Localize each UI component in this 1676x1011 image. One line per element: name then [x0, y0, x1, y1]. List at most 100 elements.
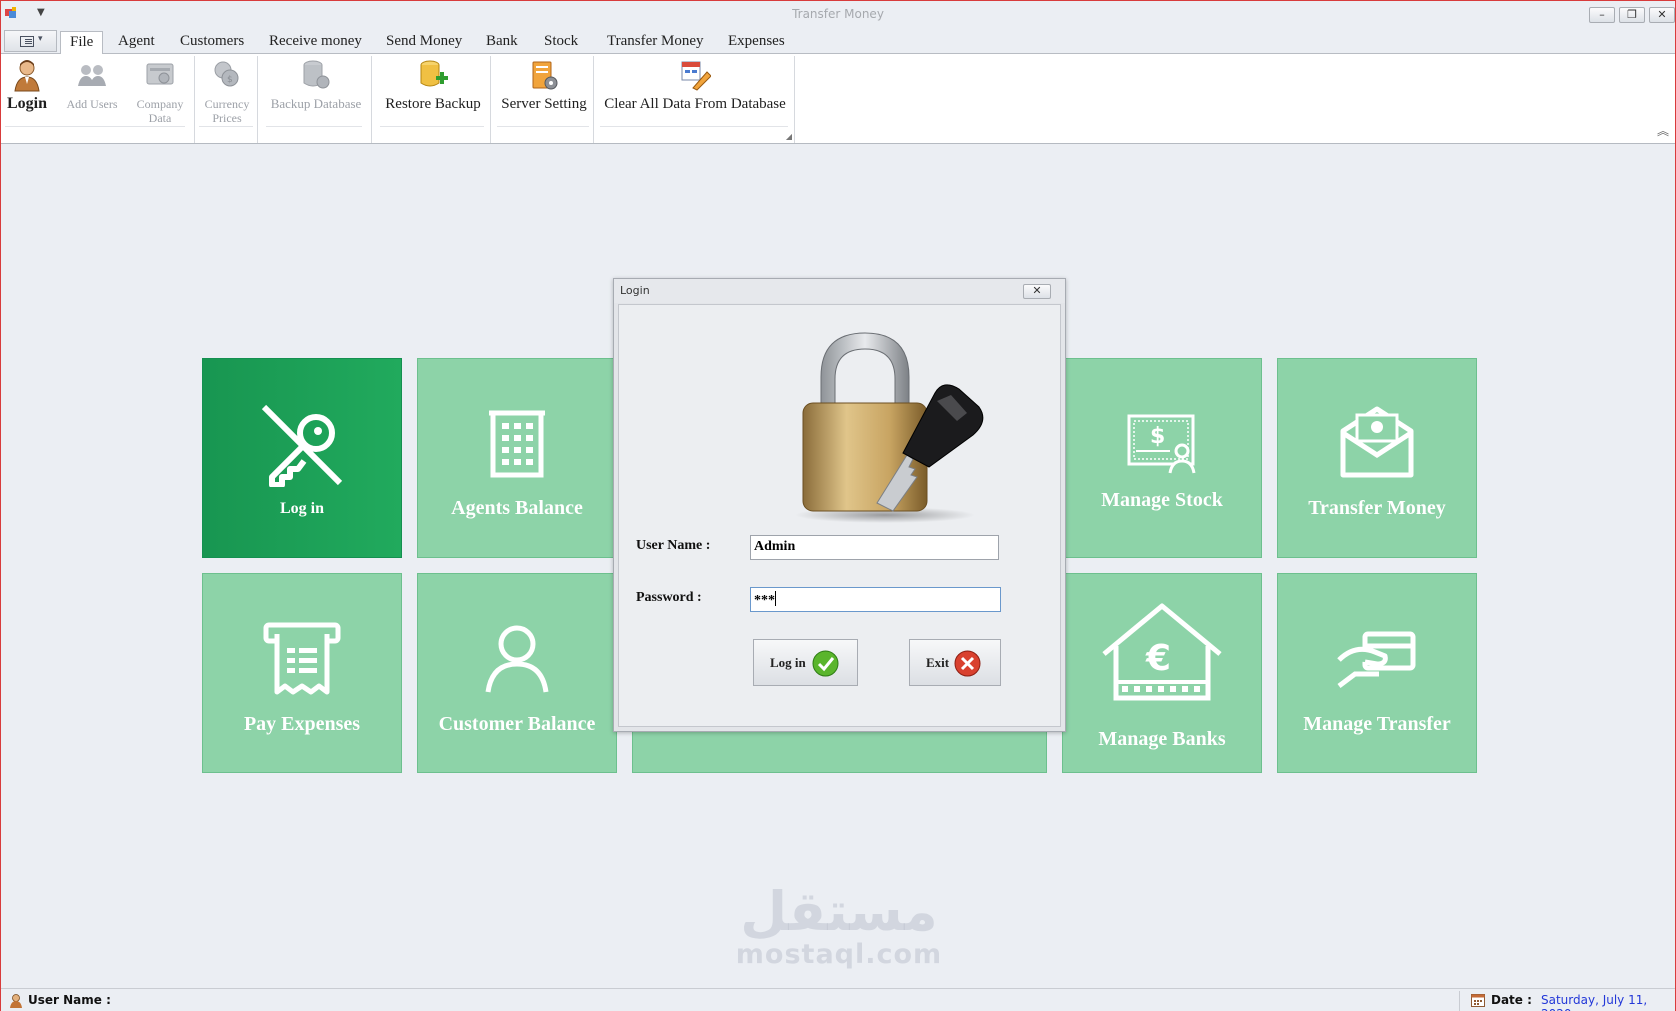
coins-icon: $ [214, 61, 239, 87]
status-bar: User Name : Date : Saturday, July 11, 20… [1, 988, 1675, 1011]
tile-manage-stock[interactable]: $ Manage Stock [1062, 358, 1262, 558]
ribbon-group-server: Server Setting [491, 56, 594, 143]
key-off-icon [261, 404, 343, 487]
ribbon-tabs: ▾ File Agent Customers Receive money Sen… [1, 28, 1675, 56]
server-setting-button[interactable]: Server Setting [497, 58, 591, 112]
receipt-icon [263, 622, 341, 695]
password-input[interactable]: *** [750, 587, 1001, 612]
server-settings-icon [532, 61, 558, 90]
ribbon-group-restore: Restore Backup [372, 56, 491, 143]
ribbon-group-backup: Backup Database [258, 56, 372, 143]
bank-euro-icon: € [1102, 603, 1222, 701]
tab-send-money[interactable]: Send Money [384, 31, 464, 54]
company-data-icon [146, 63, 174, 85]
main-window: ▼ Transfer Money – ❐ ✕ ▾ File Agent Cust… [0, 0, 1676, 1011]
stock-certificate-icon: $ [1127, 414, 1196, 474]
tile-transfer-money[interactable]: Transfer Money [1277, 358, 1477, 558]
restore-backup-button[interactable]: Restore Backup [380, 58, 486, 112]
ribbon-panel: Login Add Users Company Data $ Currency … [1, 54, 1675, 144]
tile-manage-banks[interactable]: € Manage Banks [1062, 573, 1262, 773]
company-data-button[interactable]: Company Data [129, 58, 191, 125]
database-restore-icon [420, 60, 448, 87]
username-input[interactable]: Admin [750, 535, 999, 560]
currency-prices-label-2: Prices [212, 111, 242, 125]
building-icon [489, 410, 545, 478]
watermark: مستقل mostaql.com [734, 883, 944, 969]
tile-customer-balance-label: Customer Balance [438, 713, 596, 735]
tile-manage-transfer[interactable]: Manage Transfer [1277, 573, 1477, 773]
company-data-label-2: Data [148, 111, 172, 125]
tile-pay-expenses-label: Pay Expenses [243, 713, 361, 735]
username-label: User Name : [636, 538, 711, 553]
calendar-icon [1471, 994, 1485, 1007]
tile-pay-expenses[interactable]: Pay Expenses [202, 573, 402, 773]
add-users-button[interactable]: Add Users [62, 58, 122, 111]
checkmark-icon [812, 650, 839, 677]
dialog-title: Login [614, 279, 1065, 303]
tab-transfer-money[interactable]: Transfer Money [605, 31, 706, 54]
login-submit-label: Log in [770, 655, 806, 670]
tile-customer-balance[interactable]: Customer Balance [417, 573, 617, 773]
restore-button[interactable]: ❐ [1619, 7, 1645, 23]
currency-prices-label-1: Currency [204, 97, 250, 111]
tab-agent[interactable]: Agent [116, 31, 157, 54]
tile-login-label: Log in [279, 500, 324, 517]
group-launcher-icon[interactable]: ◢ [786, 132, 792, 141]
exit-label: Exit [926, 655, 950, 670]
login-ribbon-button[interactable]: Login [5, 58, 49, 112]
user-icon [485, 625, 549, 693]
tile-agents-balance[interactable]: Agents Balance [417, 358, 617, 558]
padlock-key-icon [795, 332, 984, 523]
password-label: Password : [636, 590, 702, 605]
money-envelope-icon [1340, 406, 1414, 478]
server-setting-label: Server Setting [501, 96, 587, 112]
status-date-value: Saturday, July 11, 2020 [1541, 993, 1648, 1011]
close-button[interactable]: ✕ [1649, 7, 1675, 23]
watermark-arabic: مستقل [740, 880, 938, 943]
tab-receive-money[interactable]: Receive money [267, 31, 364, 54]
add-users-label: Add Users [66, 97, 118, 111]
tile-transfer-money-label: Transfer Money [1308, 497, 1446, 519]
card-hand-icon [1337, 631, 1416, 688]
tile-login[interactable]: Log in [202, 358, 402, 558]
cancel-icon [954, 650, 981, 677]
text-cursor [775, 591, 776, 606]
tab-file[interactable]: File [60, 31, 104, 56]
ribbon-group-currency: $ Currency Prices [195, 56, 258, 143]
tab-stock[interactable]: Stock [542, 31, 580, 54]
tile-manage-stock-label: Manage Stock [1101, 489, 1223, 511]
backup-database-label: Backup Database [270, 96, 362, 111]
currency-prices-button[interactable]: $ Currency Prices [199, 58, 255, 125]
backup-database-button[interactable]: Backup Database [266, 58, 366, 111]
user-status-icon [10, 994, 22, 1008]
database-backup-icon [303, 60, 330, 89]
tab-bank[interactable]: Bank [484, 31, 520, 54]
tile-manage-transfer-label: Manage Transfer [1303, 713, 1451, 735]
svg-text:€: € [1145, 638, 1171, 679]
title-bar: ▼ Transfer Money – ❐ ✕ [1, 1, 1675, 28]
tab-customers[interactable]: Customers [178, 31, 246, 54]
svg-text:$: $ [227, 75, 233, 85]
tab-expenses[interactable]: Expenses [726, 31, 787, 54]
window-title: Transfer Money [792, 7, 884, 21]
clear-all-data-label: Clear All Data From Database [604, 96, 786, 112]
users-icon [78, 65, 106, 86]
login-submit-button[interactable]: Log in [753, 639, 858, 686]
company-data-label-1: Company [136, 97, 184, 111]
password-masked-value: *** [754, 593, 775, 608]
minimize-button[interactable]: – [1589, 7, 1615, 23]
chevron-down-icon: ▾ [38, 34, 43, 44]
dialog-body: User Name : Admin Password : *** Log in … [618, 304, 1061, 727]
ribbon-group-clear: Clear All Data From Database ◢ [594, 56, 795, 143]
user-login-icon [14, 60, 40, 92]
clear-all-data-button[interactable]: Clear All Data From Database [600, 58, 790, 112]
tile-manage-banks-label: Manage Banks [1098, 728, 1226, 750]
clear-database-icon [681, 61, 711, 91]
menu-icon [20, 36, 34, 47]
login-ribbon-label: Login [6, 95, 47, 112]
collapse-ribbon-icon[interactable]: ︽ [1657, 122, 1669, 139]
exit-button[interactable]: Exit [909, 639, 1001, 686]
dialog-close-button[interactable]: ✕ [1023, 284, 1051, 299]
login-dialog: Login ✕ User Name : Admin Password : ***… [613, 278, 1066, 732]
application-menu-button[interactable]: ▾ [4, 30, 57, 52]
